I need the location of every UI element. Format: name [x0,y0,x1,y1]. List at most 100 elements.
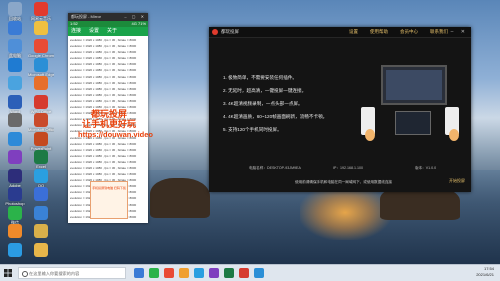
desktop-icon[interactable] [2,76,28,90]
hand-graphic [365,129,375,141]
desktop-icon[interactable]: 网易云音乐 [28,2,54,21]
app-icon [34,76,48,90]
taskbar-app-icon[interactable] [194,268,204,278]
phone-window-title: 都玩投屏 - Mirror [71,14,101,19]
desktop-icon[interactable] [2,242,28,257]
phone-tab[interactable]: 关于 [107,27,117,36]
app-icon [8,187,22,201]
menu-help[interactable]: 使用帮助 [370,27,388,37]
taskbar-app-icon[interactable] [134,268,144,278]
app-icon [8,94,22,109]
window-controls[interactable]: ‒ ✕ [451,27,468,37]
feature-line-4: 4. 4K超清画质，60~120帧画面刷新，流畅不卡顿。 [223,114,328,119]
feature-line-3: 3. 4K超清视频录制，一点头部一点屏。 [223,101,303,106]
desktop-icon[interactable]: Adobe [2,168,28,188]
app-icon [34,224,48,238]
computer-name: 电脑名称：DESKTOP-93JM9EA [249,166,301,170]
desktop-icon[interactable] [28,224,54,238]
system-clock[interactable]: 17:54 2021/6/21 [476,266,494,278]
window-controls[interactable]: ‒ ▢ ✕ [124,13,146,21]
log-row: evolution = 1920 x 1080 , fps = 30 , bit… [70,147,137,152]
clock-date: 2021/6/21 [476,272,494,277]
log-row: evolution = 1920 x 1080 , fps = 30 , bit… [70,141,137,146]
phone-window-titlebar[interactable]: 都玩投屏 - Mirror ‒ ▢ ✕ [68,13,148,21]
app-icon [34,242,48,257]
app-menu: 设置 使用帮助 会员中心 联系我们 [349,27,448,37]
phone-tab[interactable]: 设置 [89,27,99,36]
app-icon [8,39,22,53]
promo-title: 都玩投屏 [90,109,127,119]
douwan-app-window[interactable]: 都玩投屏 设置 使用帮助 会员中心 联系我们 ‒ ✕ 1. 极致简单，不需要安装… [209,27,471,192]
app-icon [34,39,48,53]
start-mirroring-button[interactable]: 开始投屏 [449,178,465,184]
taskbar: 在这里输入你要搜索的内容 17:54 2021/6/21 [0,264,500,281]
menu-vip[interactable]: 会员中心 [400,27,418,37]
desktop-icon[interactable] [28,187,54,201]
desktop-icon[interactable]: 微信 [2,205,28,225]
desktop-icon[interactable] [28,76,54,90]
menu-settings[interactable]: 设置 [349,27,358,37]
desktop-icon[interactable] [2,150,28,164]
desktop-icon[interactable] [2,20,28,35]
taskbar-app-icon[interactable] [149,268,159,278]
desktop-icon[interactable]: 回收站 [2,2,28,21]
taskbar-app-icon[interactable] [239,268,249,278]
wallpaper-sun-reflection [300,185,390,240]
monitor-graphic [381,65,447,105]
app-icon [8,168,22,183]
windows-start-icon[interactable] [4,269,12,277]
desktop-icon[interactable] [28,242,54,257]
app-icon [8,76,22,90]
desktop-icon[interactable] [2,224,28,238]
promo-url[interactable]: https://douwan.video [78,130,153,139]
promo-banner: 都玩投屏 让手机更好玩 https://douwan.video [78,109,153,139]
usage-note: 使用前请确保手机和电脑在同一局域网下，或使用数据线连接 [295,180,393,184]
app-icon [8,57,22,72]
desktop-icon[interactable] [2,57,28,72]
app-icon [34,113,48,127]
desktop-icon[interactable]: 此电脑 [2,39,28,58]
desktop-icon[interactable]: QQ [28,168,54,188]
feature-line-2: 2. 无延时，超高清，一键投屏一键连接。 [223,88,307,93]
taskbar-app-icon[interactable] [179,268,189,278]
app-icon [34,57,48,72]
app-icon [34,168,48,183]
desktop-icon[interactable]: Word [2,94,28,114]
phone-status-signal: 4G 71% [131,21,146,26]
search-icon [22,271,28,277]
desktop-icon[interactable] [28,20,54,35]
ip-address: IP：192.168.1.100 [333,166,363,170]
desktop-icon[interactable] [28,205,54,220]
phone-mirror-window[interactable]: 都玩投屏 - Mirror ‒ ▢ ✕ 1:52 4G 71% 连接 设置 关于… [68,13,153,223]
laptop-graphic [395,111,431,135]
menu-contact[interactable]: 联系我们 [430,27,448,37]
taskbar-search-input[interactable]: 在这里输入你要搜索的内容 [18,267,126,279]
app-icon [8,242,22,257]
app-icon [8,205,22,220]
taskbar-app-icon[interactable] [209,268,219,278]
desktop-icon[interactable]: Photoshop [2,187,28,206]
desktop-icon[interactable]: Microsoft Office [28,113,54,132]
desktop-icon[interactable]: PowerPoint [28,131,54,151]
desktop-icon[interactable]: Excel [28,150,54,169]
search-placeholder: 在这里输入你要搜索的内容 [29,271,80,276]
app-name: 都玩投屏 [221,29,239,34]
desktop-icon[interactable]: Microsoft Edge [28,57,54,77]
app-titlebar[interactable]: 都玩投屏 设置 使用帮助 会员中心 联系我们 ‒ ✕ [209,27,471,38]
phone-tab[interactable]: 连接 [71,27,81,36]
desktop-icon[interactable] [2,113,28,127]
log-row: evolution = 1920 x 1080 , fps = 30 , bit… [70,86,137,91]
app-icon [8,131,22,146]
app-icon [34,205,48,220]
taskbar-app-icon[interactable] [254,268,264,278]
app-icon [8,2,22,16]
log-row: evolution = 1920 x 1080 , fps = 30 , bit… [70,74,137,79]
log-row: evolution = 1920 x 1080 , fps = 30 , bit… [70,80,137,85]
taskbar-app-icon[interactable] [224,268,234,278]
desktop-icon[interactable] [2,131,28,146]
desktop-icon[interactable]: WPS Office [28,94,54,114]
taskbar-app-icon[interactable] [164,268,174,278]
wallpaper-rock [150,178,210,218]
hand-graphic [449,129,459,141]
desktop-icon[interactable]: Google Chrome [28,39,54,58]
